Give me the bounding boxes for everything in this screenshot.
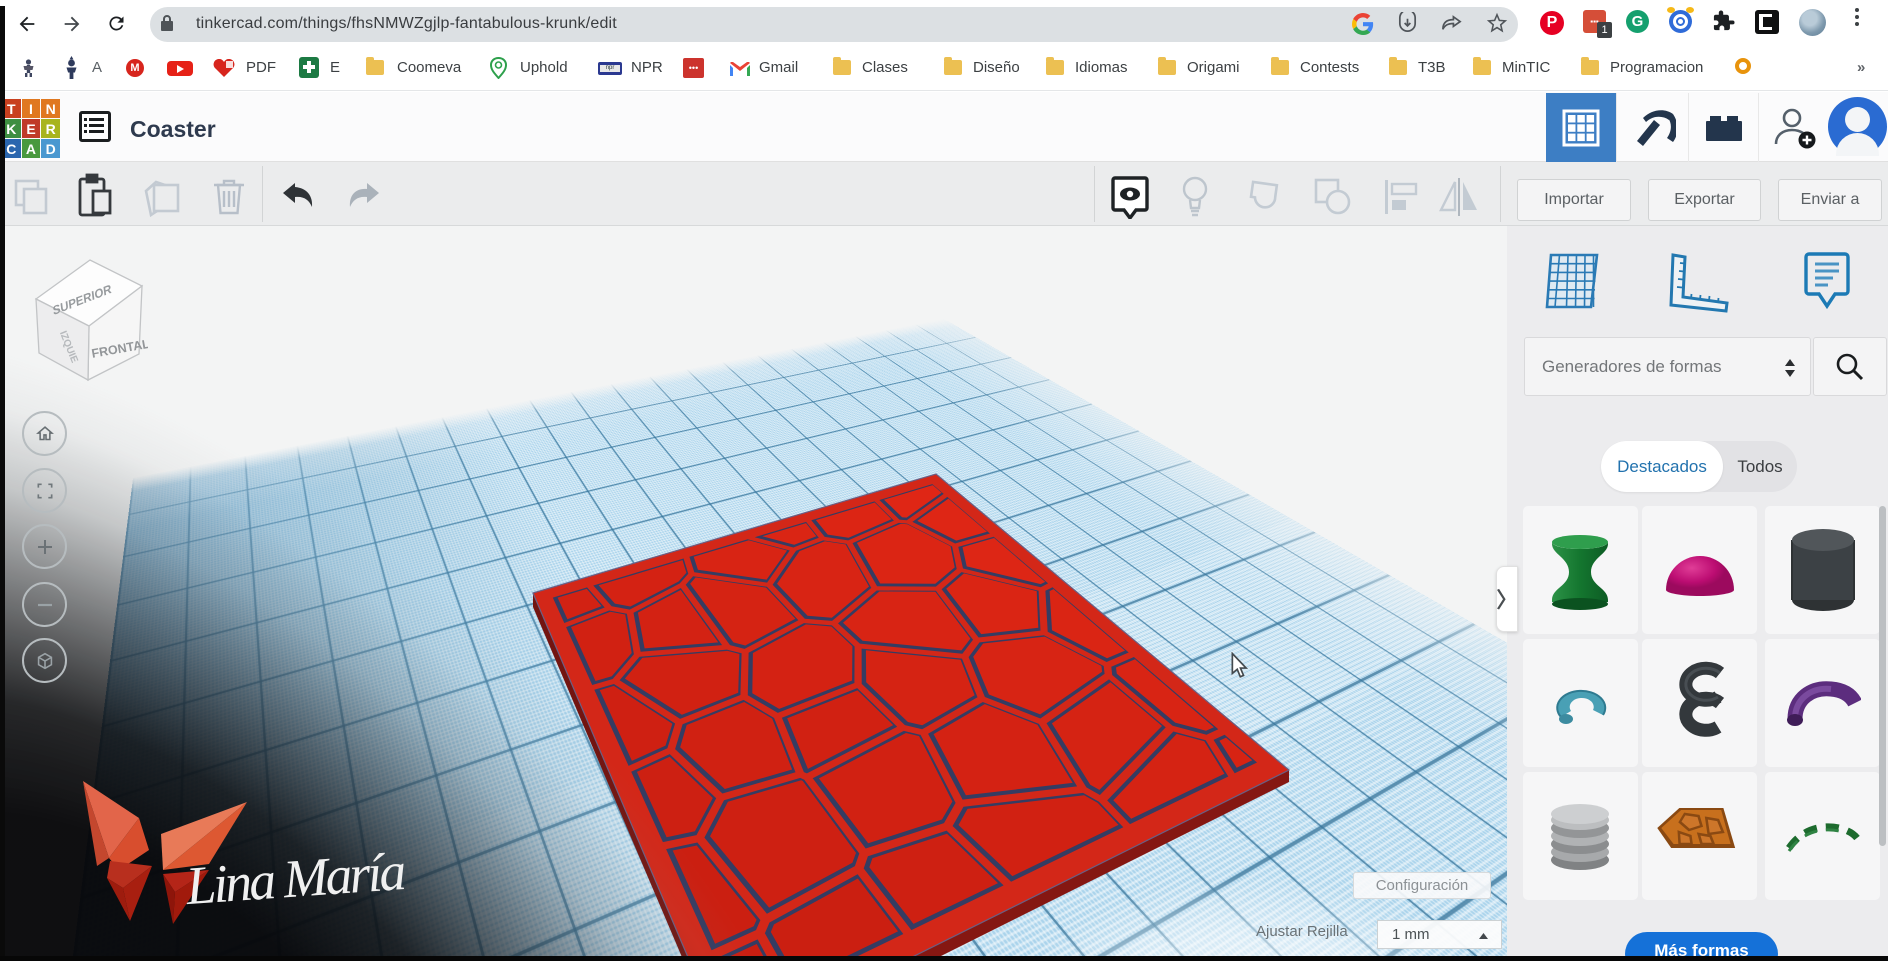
svg-text:Lina María: Lina María	[183, 841, 406, 916]
